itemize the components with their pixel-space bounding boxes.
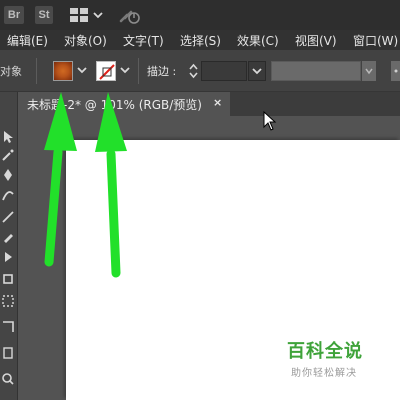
stroke-weight-label: 描边 :: [147, 65, 177, 78]
rotate-tool-icon[interactable]: [1, 272, 15, 286]
stroke-color-swatch[interactable]: [96, 61, 116, 81]
control-bar: 对象 描边 :: [0, 50, 400, 92]
shaper-tool-icon[interactable]: [1, 250, 15, 264]
menu-select[interactable]: 选择(S): [180, 32, 221, 49]
variable-width-profile-field[interactable]: [271, 61, 361, 81]
chevron-down-icon: [365, 68, 373, 75]
workspace-layout-icon[interactable]: [70, 8, 88, 22]
menu-effect[interactable]: 效果(C): [237, 32, 279, 49]
paintbrush-tool-icon[interactable]: [1, 230, 15, 244]
free-transform-tool-icon[interactable]: [1, 294, 15, 308]
menu-bar: 编辑(E) 对象(O) 文字(T) 选择(S) 效果(C) 视图(V) 窗口(W…: [0, 30, 400, 50]
app-bar: Br St: [0, 0, 400, 30]
stroke-weight-input[interactable]: [201, 61, 247, 81]
selection-tool-icon[interactable]: [1, 130, 15, 144]
zoom-tool-icon[interactable]: [1, 372, 15, 386]
menu-window[interactable]: 窗口(W): [353, 32, 398, 49]
control-divider: [138, 58, 139, 84]
bridge-button[interactable]: Br: [4, 6, 24, 24]
watermark: 百科全说 助你轻松解决: [287, 337, 367, 379]
variable-width-profile-dropdown[interactable]: [362, 61, 376, 81]
shape-builder-tool-icon[interactable]: [1, 320, 15, 334]
magic-wand-tool-icon[interactable]: [1, 148, 15, 162]
watermark-title: 百科全说: [287, 341, 363, 362]
menu-type[interactable]: 文字(T): [123, 32, 164, 49]
close-tab-icon[interactable]: ×: [213, 96, 222, 109]
watermark-subtitle: 助你轻松解决: [291, 368, 357, 379]
stock-button[interactable]: St: [35, 6, 53, 24]
stroke-dropdown-chevron-icon[interactable]: [119, 64, 131, 76]
tools-panel: [0, 92, 18, 400]
menu-view[interactable]: 视图(V): [295, 32, 337, 49]
line-segment-tool-icon[interactable]: [1, 210, 15, 224]
stroke-weight-stepper[interactable]: [187, 61, 200, 81]
object-label: 对象: [0, 65, 22, 78]
mouse-cursor-icon: [263, 111, 277, 131]
curvature-tool-icon[interactable]: [1, 188, 15, 202]
document-tab-title: 未标题-2* @ 101% (RGB/预览): [27, 98, 202, 112]
brush-definition-field[interactable]: [391, 61, 400, 81]
pen-tool-icon[interactable]: [1, 168, 15, 182]
chevron-down-icon: [252, 68, 262, 75]
document-tab[interactable]: 未标题-2* @ 101% (RGB/预览) ×: [18, 92, 230, 116]
brush-dot-icon: [394, 69, 398, 73]
chevron-down-icon[interactable]: [92, 9, 104, 21]
no-stroke-icon: [99, 64, 115, 80]
gpu-performance-icon[interactable]: [118, 6, 144, 26]
menu-edit[interactable]: 编辑(E): [7, 32, 48, 49]
fill-color-swatch[interactable]: [53, 61, 73, 81]
control-divider: [36, 58, 37, 84]
fill-dropdown-chevron-icon[interactable]: [76, 64, 88, 76]
artboard-tool-icon[interactable]: [1, 346, 15, 360]
menu-object[interactable]: 对象(O): [64, 32, 107, 49]
document-tab-bar: 未标题-2* @ 101% (RGB/预览) ×: [18, 92, 400, 116]
stroke-weight-dropdown[interactable]: [248, 61, 266, 81]
